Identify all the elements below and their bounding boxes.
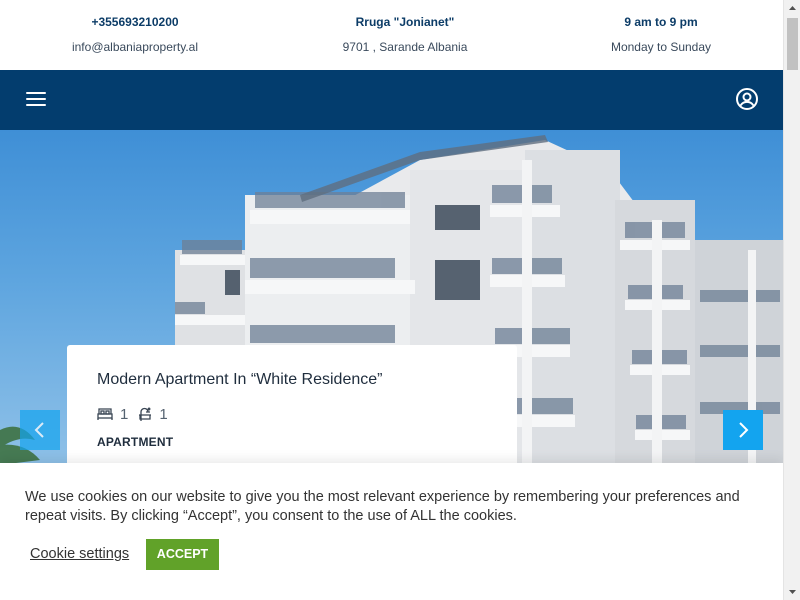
slider-next-button[interactable]	[723, 410, 763, 450]
slider-prev-button[interactable]	[20, 410, 60, 450]
property-type[interactable]: APARTMENT	[97, 435, 173, 449]
cookie-message: We use cookies on our website to give yo…	[25, 489, 740, 524]
scroll-up-arrow-icon[interactable]	[784, 0, 800, 17]
bathrooms-count: 1	[159, 405, 168, 423]
contact-address: Rruga "Jonianet" 9701 , Sarande Albania	[275, 14, 535, 55]
phone-link[interactable]: +355693210200	[5, 14, 265, 30]
bathrooms-info: 1	[138, 405, 168, 423]
opening-hours: 9 am to 9 pm	[624, 15, 698, 29]
chevron-left-icon	[34, 422, 44, 438]
accept-cookies-button[interactable]: ACCEPT	[146, 539, 219, 570]
main-navbar	[0, 70, 783, 130]
listing-title[interactable]: Modern Apartment In “White Residence”	[97, 371, 382, 389]
user-account-icon[interactable]	[735, 87, 759, 111]
hamburger-menu-icon[interactable]	[26, 91, 46, 107]
bedrooms-info: 1	[97, 406, 128, 423]
bedrooms-count: 1	[120, 405, 129, 423]
email-link[interactable]: info@albaniaproperty.al	[5, 39, 265, 55]
listing-card[interactable]: Modern Apartment In “White Residence” 1 …	[67, 345, 517, 475]
street-address: Rruga "Jonianet"	[355, 15, 455, 29]
listing-meta: 1 1	[97, 405, 178, 423]
bath-icon	[139, 407, 152, 421]
opening-days: Monday to Sunday	[610, 40, 712, 54]
scroll-down-arrow-icon[interactable]	[784, 583, 800, 600]
cookie-banner: We use cookies on our website to give yo…	[0, 463, 783, 600]
cookie-settings-link[interactable]: Cookie settings	[30, 546, 129, 562]
chevron-right-icon	[739, 422, 749, 438]
contact-hours: 9 am to 9 pm Monday to Sunday	[531, 14, 791, 55]
scrollbar-thumb[interactable]	[787, 18, 798, 70]
bed-icon	[97, 408, 113, 420]
contact-bar: +355693210200 info@albaniaproperty.al Rr…	[0, 0, 783, 70]
contact-phone-email: +355693210200 info@albaniaproperty.al	[5, 14, 265, 55]
page-scrollbar[interactable]	[783, 0, 800, 600]
page: +355693210200 info@albaniaproperty.al Rr…	[0, 0, 800, 600]
city-address: 9701 , Sarande Albania	[342, 40, 468, 54]
